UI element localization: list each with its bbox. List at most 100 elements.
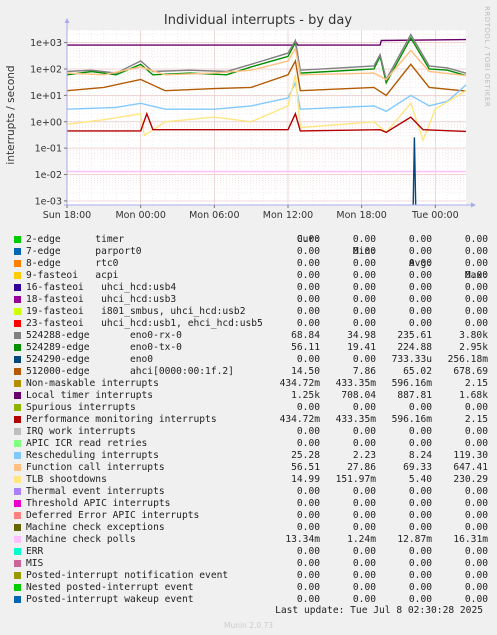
legend-avg-value: 0.00 xyxy=(408,282,432,293)
legend-cur-value: 13.34m xyxy=(285,534,320,545)
legend-avg-value: 65.02 xyxy=(403,366,432,377)
legend-row: Thermal event interrupts 0.00 0.00 0.00 0.00 xyxy=(12,486,492,498)
legend-max-value: 0.00 xyxy=(464,498,488,509)
x-tick-label: Mon 06:00 xyxy=(189,210,239,221)
legend-min-value: 0.00 xyxy=(352,426,376,437)
y-tick-label: 1e+03 xyxy=(30,38,62,49)
legend-avg-value: 12.87m xyxy=(397,534,432,545)
legend-row: 512000-edge ahci[0000:00:1f.2] 14.50 7.86 6… xyxy=(12,366,492,378)
legend-cur-value: 0.00 xyxy=(296,318,320,329)
legend-swatch xyxy=(14,368,21,375)
legend-label: Posted-interrupt notification event xyxy=(26,570,229,581)
legend-row: TLB shootdowns 14.99 151.97m 5.40 230.29 xyxy=(12,474,492,486)
legend-cur-value: 0.00 xyxy=(296,546,320,557)
legend-label: Machine check exceptions xyxy=(26,522,165,533)
legend-avg-value: 69.33 xyxy=(403,462,432,473)
legend-swatch xyxy=(14,440,21,447)
legend-min-value: 0.00 xyxy=(352,270,376,281)
legend-avg-value: 733.33u xyxy=(391,354,432,365)
legend-avg-value: 5.40 xyxy=(408,474,432,485)
legend-swatch xyxy=(14,380,21,387)
legend-label: 524290-edge eno0 xyxy=(26,354,154,365)
legend-avg-value: 0.00 xyxy=(408,558,432,569)
legend-avg-value: 0.00 xyxy=(408,582,432,593)
legend-label: IRQ work interrupts xyxy=(26,426,136,437)
legend-swatch xyxy=(14,404,21,411)
legend-swatch xyxy=(14,464,21,471)
legend-swatch xyxy=(14,428,21,435)
legend-max-value: 1.68k xyxy=(459,390,488,401)
legend-min-value: 433.35m xyxy=(335,378,376,389)
legend-row: APIC ICR read retries 0.00 0.00 0.00 0.00 xyxy=(12,438,492,450)
legend-cur-value: 0.00 xyxy=(296,486,320,497)
legend-cur-value: 0.00 xyxy=(296,426,320,437)
legend-min-value: 0.00 xyxy=(352,438,376,449)
legend-swatch xyxy=(14,392,21,399)
legend-min-value: 0.00 xyxy=(352,402,376,413)
legend-max-value: 0.00 xyxy=(464,570,488,581)
munin-version: Munin 2.0.73 xyxy=(223,621,274,630)
legend-cur-value: 434.72m xyxy=(279,378,320,389)
legend-max-value: 0.00 xyxy=(464,402,488,413)
legend-row: 524290-edge eno0 0.00 0.00 733.33u 256.18m xyxy=(12,354,492,366)
legend-cur-value: 25.28 xyxy=(291,450,320,461)
legend-max-value: 16.31m xyxy=(453,534,488,545)
last-update: Last update: Tue Jul 8 02:30:28 2025 xyxy=(275,605,483,616)
legend-avg-value: 887.81 xyxy=(397,390,432,401)
legend-avg-value: 235.61 xyxy=(397,330,432,341)
legend-avg-value: 0.00 xyxy=(408,246,432,257)
legend-max-value: 0.00 xyxy=(464,270,488,281)
legend-cur-value: 0.00 xyxy=(296,306,320,317)
legend-avg-value: 0.00 xyxy=(408,234,432,245)
legend-row: 7-edge parport0 0.00 0.00 0.00 0.00 xyxy=(12,246,492,258)
legend-avg-value: 0.00 xyxy=(408,270,432,281)
legend-min-value: 0.00 xyxy=(352,486,376,497)
legend-label: Non-maskable interrupts xyxy=(26,378,159,389)
legend-min-value: 0.00 xyxy=(352,498,376,509)
legend-swatch xyxy=(14,572,21,579)
legend-max-value: 0.00 xyxy=(464,486,488,497)
legend-label: TLB shootdowns xyxy=(26,474,107,485)
rrdtool-watermark: RRDTOOL / TOBI OETIKER xyxy=(483,6,491,107)
legend-cur-value: 0.00 xyxy=(296,570,320,581)
legend-min-value: 0.00 xyxy=(352,294,376,305)
legend-cur-value: 0.00 xyxy=(296,234,320,245)
legend-label: Threshold APIC interrupts xyxy=(26,498,171,509)
legend-label: 512000-edge ahci[0000:00:1f.2] xyxy=(26,366,234,377)
legend-swatch xyxy=(14,332,21,339)
legend-max-value: 2.15 xyxy=(464,414,488,425)
x-tick-label: Mon 12:00 xyxy=(263,210,313,221)
legend-cur-value: 0.00 xyxy=(296,498,320,509)
legend-swatch xyxy=(14,248,21,255)
legend-cur-value: 0.00 xyxy=(296,270,320,281)
legend-min-value: 19.41 xyxy=(347,342,376,353)
legend-swatch xyxy=(14,488,21,495)
legend-label: APIC ICR read retries xyxy=(26,438,148,449)
legend-row: Machine check polls 13.34m 1.24m 12.87m 16.3… xyxy=(12,534,492,546)
legend-max-value: 230.29 xyxy=(453,474,488,485)
legend-min-value: 433.35m xyxy=(335,414,376,425)
legend-label: 19-fasteoi i801_smbus, uhci_hcd:usb2 xyxy=(26,306,246,317)
legend-min-value: 0.00 xyxy=(352,570,376,581)
legend-label: 524289-edge eno0-tx-0 xyxy=(26,342,182,353)
legend-label: 23-fasteoi uhci_hcd:usb1, ehci_hcd:usb5 xyxy=(26,318,263,329)
legend-swatch xyxy=(14,452,21,459)
legend-label: Performance monitoring interrupts xyxy=(26,414,217,425)
x-tick-label: Tue 00:00 xyxy=(411,210,459,221)
legend-row: Posted-interrupt notification event 0.00 0… xyxy=(12,570,492,582)
legend-cur-value: 68.84 xyxy=(291,330,320,341)
legend-avg-value: 0.00 xyxy=(408,498,432,509)
legend-row: MIS 0.00 0.00 0.00 0.00 xyxy=(12,558,492,570)
legend-avg-value: 0.00 xyxy=(408,438,432,449)
legend-max-value: 0.00 xyxy=(464,246,488,257)
y-tick-label: 1e-02 xyxy=(35,170,62,181)
legend-max-value: 0.00 xyxy=(464,318,488,329)
legend-min-value: 0.00 xyxy=(352,510,376,521)
legend-min-value: 0.00 xyxy=(352,234,376,245)
interrupts-chart: Individual interrupts - by day interrupt… xyxy=(5,6,491,221)
legend-row: 18-fasteoi uhci_hcd:usb3 0.00 0.00 0.00 0.00 xyxy=(12,294,492,306)
legend-swatch xyxy=(14,584,21,591)
legend-swatch xyxy=(14,296,21,303)
legend-swatch xyxy=(14,320,21,327)
legend-row: Threshold APIC interrupts 0.00 0.00 0.00 0.0… xyxy=(12,498,492,510)
